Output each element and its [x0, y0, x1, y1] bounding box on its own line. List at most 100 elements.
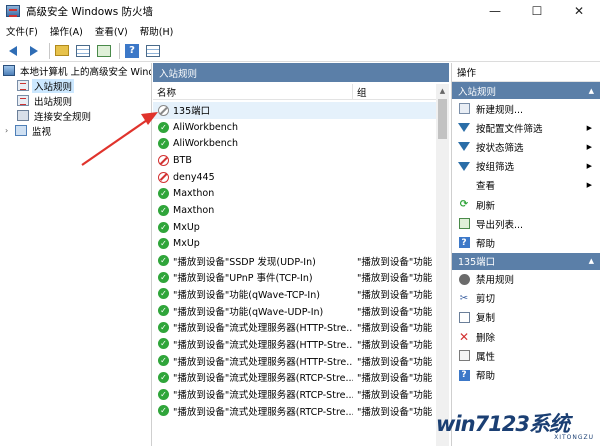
table-row[interactable]: ✓ Maxthon [153, 185, 436, 202]
show-hide-tree-button[interactable] [74, 42, 92, 60]
action-label: 按配置文件筛选 [476, 123, 543, 135]
rules-pane-header: 入站规则 [153, 63, 449, 82]
rule-group-cell: "播放到设备"功能 [357, 273, 433, 285]
maximize-button[interactable]: ☐ [516, 0, 558, 22]
export-list-button[interactable] [95, 42, 113, 60]
table-row[interactable]: ✓ "播放到设备"功能(qWave-UDP-In) "播放到设备"功能 [153, 302, 436, 319]
show-hide-action-pane-button[interactable] [144, 42, 162, 60]
collapse-caret-icon[interactable]: ▲ [589, 257, 594, 265]
properties-icon [458, 350, 470, 362]
back-button[interactable] [4, 42, 22, 60]
scroll-up-icon[interactable]: ▲ [436, 84, 449, 97]
action-icon-slot: ⟳ [458, 199, 470, 211]
enabled-check-icon: ✓ [158, 121, 169, 133]
tree-item-connection-security-rules[interactable]: 连接安全规则 [0, 108, 151, 123]
action-cut[interactable]: ✂ 剪切 [452, 289, 600, 308]
rule-name-text: MxUp [173, 238, 200, 250]
submenu-arrow-icon: ▶ [586, 162, 592, 171]
help-button[interactable]: ? [123, 42, 141, 60]
action-icon-slot [458, 311, 470, 323]
table-row[interactable]: ✓ "播放到设备"SSDP 发现(UDP-In) "播放到设备"功能 [153, 252, 436, 269]
tree-item-inbound-rules[interactable]: 入站规则 [0, 78, 151, 93]
rule-group-cell: "播放到设备"功能 [357, 323, 433, 335]
scroll-thumb[interactable] [438, 99, 447, 139]
table-row[interactable]: ✓ "播放到设备"流式处理服务器(HTTP-Stre... "播放到设备"功能 [153, 336, 436, 353]
action-label: 属性 [476, 351, 496, 363]
table-row[interactable]: ✓ AliWorkbench [153, 135, 436, 152]
action-filter-by-profile[interactable]: 按配置文件筛选 ▶ [452, 118, 600, 137]
table-row[interactable]: ✓ "播放到设备"流式处理服务器(HTTP-Stre... "播放到设备"功能 [153, 319, 436, 336]
table-row[interactable]: BTB [153, 152, 436, 169]
enabled-check-icon: ✓ [158, 305, 169, 317]
expand-chevron-icon[interactable]: › [5, 126, 15, 135]
rule-name-cell: ✓ "播放到设备"流式处理服务器(RTCP-Stre... [153, 404, 353, 418]
tree-item-outbound-rules[interactable]: 出站规则 [0, 93, 151, 108]
table-row[interactable]: ✓ MxUp [153, 236, 436, 253]
action-section-label: 135端口 [458, 257, 496, 268]
close-button[interactable]: ✕ [558, 0, 600, 22]
rule-name-text: BTB [173, 154, 192, 166]
toolbar-separator [49, 42, 50, 59]
rule-name-text: AliWorkbench [173, 138, 238, 150]
up-folder-button[interactable] [53, 42, 71, 60]
submenu-arrow-icon: ▶ [586, 181, 592, 190]
table-row[interactable]: deny445 [153, 169, 436, 186]
enabled-check-icon: ✓ [158, 188, 169, 200]
table-row[interactable]: ✓ "播放到设备"流式处理服务器(RTCP-Stre... "播放到设备"功能 [153, 386, 436, 403]
action-export-list[interactable]: 导出列表... [452, 214, 600, 233]
rule-group-cell: "播放到设备"功能 [357, 306, 433, 318]
forward-button[interactable] [25, 42, 43, 60]
rules-scrollbar[interactable]: ▲ [436, 84, 449, 446]
rule-group-cell: "播放到设备"功能 [357, 373, 433, 385]
firewall-app-icon [6, 5, 20, 17]
toolbar: ? [0, 40, 600, 62]
enabled-check-icon: ✓ [158, 405, 169, 417]
action-icon-slot [458, 103, 470, 115]
disable-rule-icon [458, 273, 470, 285]
rule-name-text: "播放到设备"流式处理服务器(RTCP-Stre... [173, 373, 353, 385]
tree-root[interactable]: 本地计算机 上的高级安全 Windows [0, 63, 151, 78]
action-help[interactable]: ? 帮助 [452, 233, 600, 252]
action-help[interactable]: ? 帮助 [452, 365, 600, 384]
table-row[interactable]: ✓ "播放到设备"UPnP 事件(TCP-In) "播放到设备"功能 [153, 269, 436, 286]
menu-file[interactable]: 文件(F) [0, 24, 44, 38]
menu-view[interactable]: 查看(V) [89, 24, 134, 38]
action-properties[interactable]: 属性 [452, 346, 600, 365]
action-label: 导出列表... [476, 219, 524, 231]
rule-name-text: "播放到设备"流式处理服务器(HTTP-Stre... [173, 356, 353, 368]
collapse-caret-icon[interactable]: ▲ [589, 87, 594, 95]
minimize-button[interactable]: — [474, 0, 516, 22]
action-disable-rule[interactable]: 禁用规则 [452, 270, 600, 289]
action-pane-icon [146, 44, 160, 57]
action-section-selected-rule[interactable]: 135端口 ▲ [452, 252, 600, 270]
table-row[interactable]: ✓ MxUp [153, 219, 436, 236]
menu-help[interactable]: 帮助(H) [134, 24, 180, 38]
column-header-group[interactable]: 组 [353, 85, 367, 99]
action-filter-by-state[interactable]: 按状态筛选 ▶ [452, 137, 600, 156]
table-row[interactable]: 135端口 [153, 102, 436, 119]
table-row[interactable]: ✓ "播放到设备"流式处理服务器(HTTP-Stre... "播放到设备"功能 [153, 352, 436, 369]
delete-icon: ✕ [458, 329, 470, 344]
action-copy[interactable]: 复制 [452, 308, 600, 327]
action-delete[interactable]: ✕ 删除 [452, 327, 600, 346]
table-row[interactable]: ✓ "播放到设备"流式处理服务器(RTCP-Stre... "播放到设备"功能 [153, 369, 436, 386]
table-row[interactable]: ✓ "播放到设备"流式处理服务器(RTCP-Stre... "播放到设备"功能 [153, 402, 436, 419]
rule-name-cell: ✓ "播放到设备"流式处理服务器(HTTP-Stre... [153, 354, 353, 368]
column-header-name[interactable]: 名称 [153, 84, 353, 99]
table-row[interactable]: ✓ "播放到设备"功能(qWave-TCP-In) "播放到设备"功能 [153, 286, 436, 303]
tree-root-label: 本地计算机 上的高级安全 Windows [20, 66, 151, 78]
enabled-check-icon: ✓ [158, 371, 169, 383]
table-row[interactable]: ✓ AliWorkbench [153, 119, 436, 136]
action-icon-slot [458, 273, 470, 285]
action-view[interactable]: 查看 ▶ [452, 176, 600, 195]
action-new-rule[interactable]: 新建规则... [452, 99, 600, 118]
action-refresh[interactable]: ⟳ 刷新 [452, 195, 600, 214]
action-filter-by-group[interactable]: 按组筛选 ▶ [452, 157, 600, 176]
folder-icon [55, 45, 69, 56]
tree-item-monitoring[interactable]: › 监视 [0, 123, 151, 138]
new-rule-icon [458, 103, 470, 115]
enabled-check-icon: ✓ [158, 355, 169, 367]
table-row[interactable]: ✓ Maxthon [153, 202, 436, 219]
action-section-inbound-rules[interactable]: 入站规则 ▲ [452, 82, 600, 99]
menu-action[interactable]: 操作(A) [44, 24, 89, 38]
